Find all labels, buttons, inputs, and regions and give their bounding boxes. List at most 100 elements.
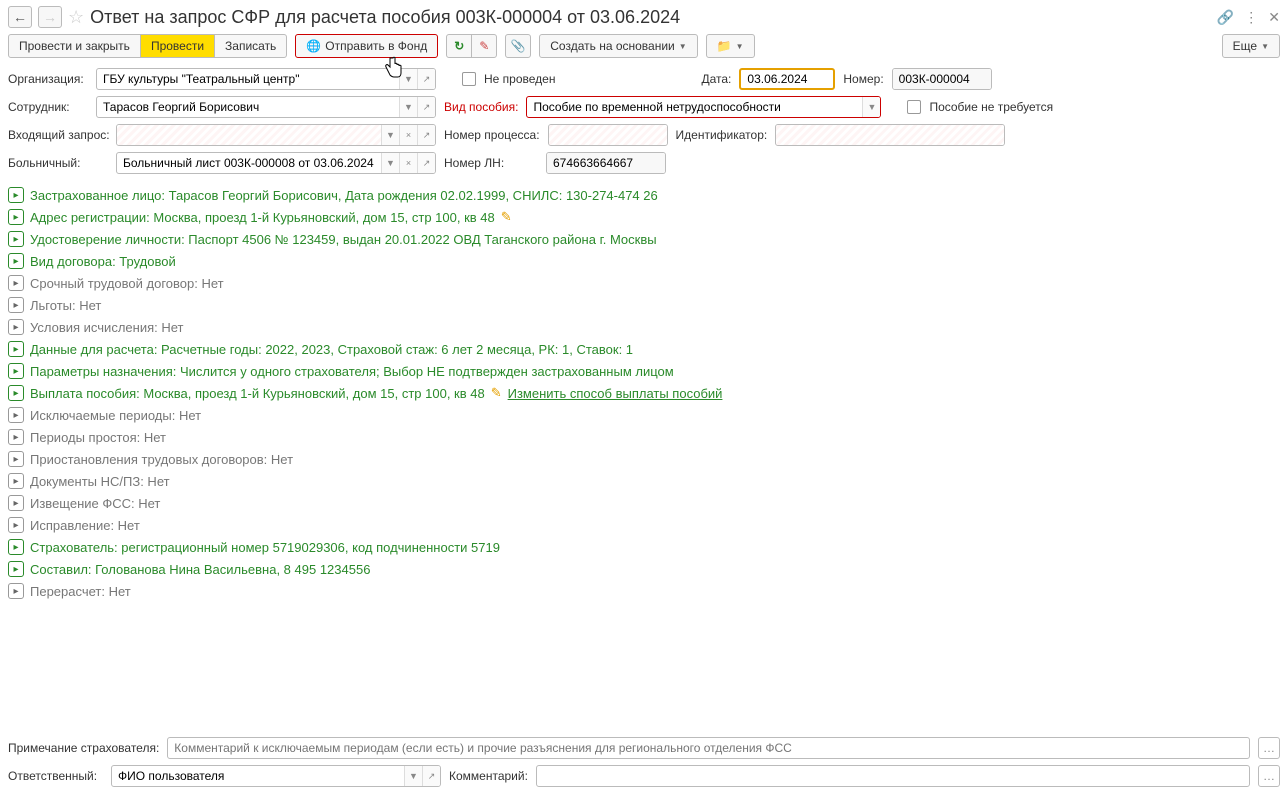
date-field[interactable]: 🗓 [739, 68, 835, 90]
info-text: Составил: Голованова Нина Васильевна, 8 … [30, 562, 370, 577]
open-icon[interactable]: ↗ [417, 97, 435, 117]
open-icon[interactable]: ↗ [417, 69, 435, 89]
favorite-star-icon[interactable]: ☆ [68, 7, 84, 28]
expand-icon[interactable]: ▸ [8, 297, 24, 313]
dropdown-icon[interactable]: ▼ [399, 97, 417, 117]
info-row: ▸ Льготы: Нет [8, 294, 1280, 316]
info-row: ▸Приостановления трудовых договоров: Нет [8, 448, 1280, 470]
forward-button[interactable]: → [38, 6, 62, 28]
info-row: ▸Исключаемые периоды: Нет [8, 404, 1280, 426]
no-benefit-checkbox[interactable] [907, 100, 921, 114]
close-icon[interactable]: ✕ [1268, 9, 1280, 26]
expand-icon[interactable]: ▸ [8, 253, 24, 269]
info-row: ▸ Перерасчет: Нет [8, 580, 1280, 602]
info-row: ▸Застрахованное лицо: Тарасов Георгий Бо… [8, 184, 1280, 206]
folder-icon: 📁 [717, 39, 732, 53]
incoming-request-field[interactable]: ▼ × ↗ [116, 124, 436, 146]
dropdown-icon[interactable]: ▼ [399, 69, 417, 89]
info-row: ▸Срочный трудовой договор: Нет [8, 272, 1280, 294]
expand-icon[interactable]: ▸ [8, 539, 24, 555]
ln-number-field [546, 152, 666, 174]
refresh-icon: ↻ [454, 39, 464, 53]
info-row: ▸ Периоды простоя: Нет [8, 426, 1280, 448]
folder-action-button[interactable]: 📁 ▼ [706, 34, 755, 58]
info-text: Вид договора: Трудовой [30, 254, 176, 269]
dropdown-icon[interactable]: ▼ [862, 97, 880, 117]
check-button[interactable]: ✎ [471, 34, 497, 58]
employee-field[interactable]: ▼ ↗ [96, 96, 436, 118]
open-icon[interactable]: ↗ [422, 766, 440, 786]
expand-icon[interactable]: ▸ [8, 561, 24, 577]
refresh-button[interactable]: ↻ [446, 34, 472, 58]
edit-pencil-icon[interactable]: ✎ [491, 385, 502, 401]
sick-leave-field[interactable]: ▼ × ↗ [116, 152, 436, 174]
edit-pencil-icon[interactable]: ✎ [501, 209, 512, 225]
expand-icon[interactable]: ▸ [8, 363, 24, 379]
organization-field[interactable]: ▼ ↗ [96, 68, 436, 90]
not-posted-checkbox[interactable] [462, 72, 476, 86]
identifier-field[interactable] [775, 124, 1005, 146]
responsible-field[interactable]: ▼ ↗ [111, 765, 441, 787]
expand-icon[interactable]: ▸ [8, 319, 24, 335]
info-row: ▸ Страхователь: регистрационный номер 571… [8, 536, 1280, 558]
note-expand-button[interactable]: … [1258, 737, 1280, 759]
expand-icon[interactable]: ▸ [8, 209, 24, 225]
post-and-close-button[interactable]: Провести и закрыть [8, 34, 141, 58]
info-text: Периоды простоя: Нет [30, 430, 166, 445]
clear-icon[interactable]: × [399, 125, 417, 145]
info-text: Перерасчет: Нет [30, 584, 131, 599]
dropdown-icon[interactable]: ▼ [381, 125, 399, 145]
send-to-fund-button[interactable]: 🌐 Отправить в Фонд [295, 34, 438, 58]
info-row: ▸Исправление: Нет [8, 514, 1280, 536]
paperclip-icon: 📎 [511, 39, 526, 53]
more-button[interactable]: Еще ▼ [1222, 34, 1280, 58]
number-label: Номер: [843, 72, 883, 86]
responsible-label: Ответственный: [8, 769, 103, 783]
expand-icon[interactable]: ▸ [8, 407, 24, 423]
magic-wand-icon: ✎ [479, 39, 489, 53]
dropdown-icon[interactable]: ▼ [404, 766, 422, 786]
create-based-on-button[interactable]: Создать на основании ▼ [539, 34, 697, 58]
globe-icon: 🌐 [306, 39, 321, 53]
info-text: Адрес регистрации: Москва, проезд 1-й Ку… [30, 210, 495, 225]
process-no-label: Номер процесса: [444, 128, 540, 142]
process-no-field[interactable] [548, 124, 668, 146]
info-text: Льготы: Нет [30, 298, 101, 313]
expand-icon[interactable]: ▸ [8, 275, 24, 291]
expand-icon[interactable]: ▸ [8, 187, 24, 203]
comment-field[interactable] [536, 765, 1250, 787]
open-icon[interactable]: ↗ [417, 125, 435, 145]
benefit-type-field[interactable]: ▼ [526, 96, 881, 118]
page-title: Ответ на запрос СФР для расчета пособия … [90, 7, 1211, 28]
comment-expand-button[interactable]: … [1258, 765, 1280, 787]
change-payment-method-link[interactable]: Изменить способ выплаты пособий [508, 386, 723, 401]
expand-icon[interactable]: ▸ [8, 385, 24, 401]
note-field[interactable] [167, 737, 1250, 759]
chevron-down-icon: ▼ [1261, 42, 1269, 51]
link-icon[interactable]: 🔗 [1217, 9, 1234, 26]
benefit-type-label: Вид пособия: [444, 100, 518, 114]
info-text: Страхователь: регистрационный номер 5719… [30, 540, 500, 555]
ln-number-label: Номер ЛН: [444, 156, 538, 170]
info-row: ▸Документы НС/ПЗ: Нет [8, 470, 1280, 492]
menu-dots-icon[interactable]: ⋮ [1244, 9, 1258, 26]
expand-icon[interactable]: ▸ [8, 473, 24, 489]
expand-icon[interactable]: ▸ [8, 341, 24, 357]
info-row: ▸Извещение ФСС: Нет [8, 492, 1280, 514]
open-icon[interactable]: ↗ [417, 153, 435, 173]
post-button[interactable]: Провести [140, 34, 215, 58]
info-row: ▸ Адрес регистрации: Москва, проезд 1-й К… [8, 206, 1280, 228]
expand-icon[interactable]: ▸ [8, 231, 24, 247]
incoming-request-label: Входящий запрос: [8, 128, 108, 142]
write-button[interactable]: Записать [214, 34, 287, 58]
expand-icon[interactable]: ▸ [8, 429, 24, 445]
attach-button[interactable]: 📎 [505, 34, 531, 58]
expand-icon[interactable]: ▸ [8, 583, 24, 599]
clear-icon[interactable]: × [399, 153, 417, 173]
dropdown-icon[interactable]: ▼ [381, 153, 399, 173]
not-posted-label: Не проведен [484, 72, 555, 86]
expand-icon[interactable]: ▸ [8, 451, 24, 467]
expand-icon[interactable]: ▸ [8, 517, 24, 533]
expand-icon[interactable]: ▸ [8, 495, 24, 511]
back-button[interactable]: ← [8, 6, 32, 28]
